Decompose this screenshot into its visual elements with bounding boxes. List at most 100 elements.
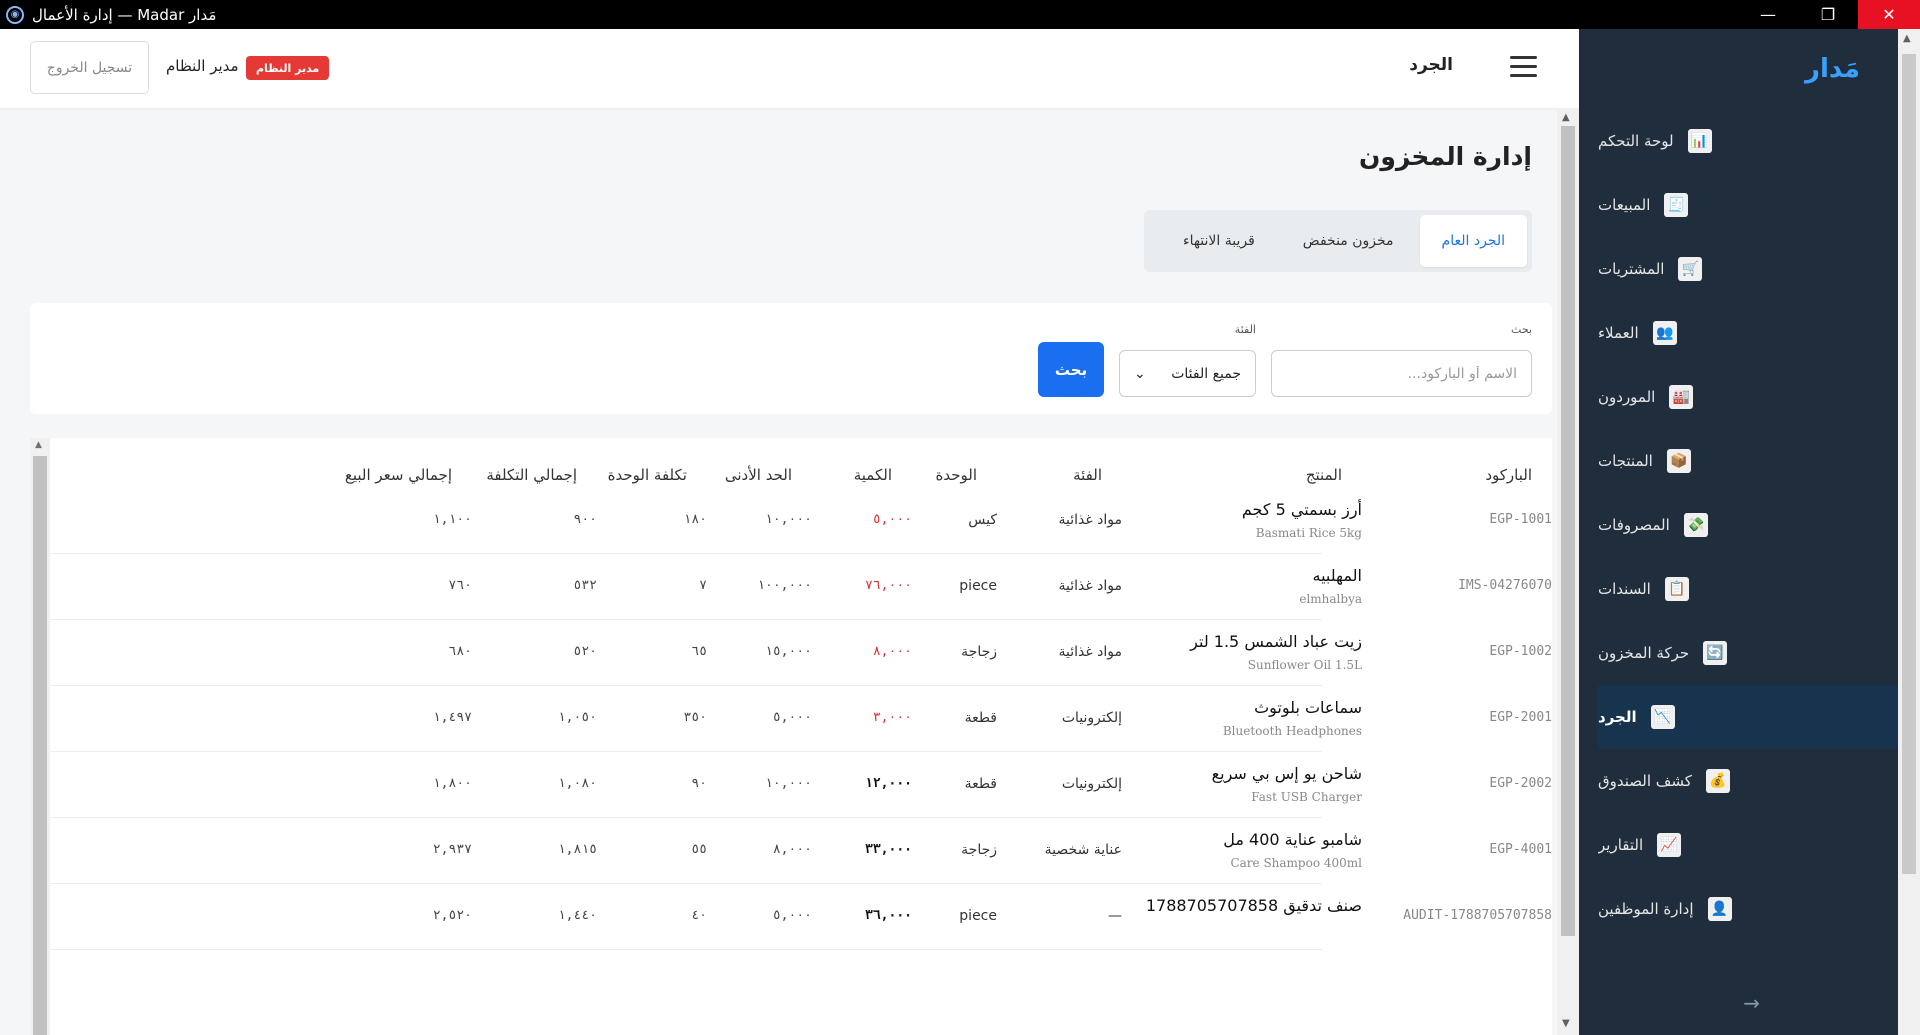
sidebar: مَدار 📊 لوحة التحكم 🧾 المبيعات 🛒 المشتريات 👥 ال…	[1579, 29, 1920, 1035]
sidebar-item[interactable]: 📋 السندات	[1598, 557, 1898, 621]
main-scrollbar[interactable]: ▲ ▼	[1557, 108, 1579, 1035]
product-name: المهلبيه	[1312, 566, 1362, 585]
sidebar-item[interactable]: 👤 إدارة الموظفين	[1598, 877, 1898, 941]
sidebar-item-label: لوحة التحكم	[1598, 132, 1674, 150]
sidebar-item[interactable]: 👥 العملاء	[1598, 301, 1898, 365]
product-name: صنف تدقيق 1788705707858	[1145, 896, 1362, 915]
min-quantity-cell: ٥,٠٠٠	[772, 908, 812, 923]
table-row[interactable]: EGP-2001 سماعات بلوتوث Bluetooth Headphone…	[50, 686, 1552, 752]
product-subtitle: Basmati Rice 5kg	[1255, 526, 1362, 540]
close-button[interactable]: ✕	[1858, 0, 1920, 29]
unit-cell: زجاجة	[961, 842, 997, 858]
restore-button[interactable]: ❐	[1798, 0, 1858, 29]
logout-button[interactable]: تسجيل الخروج	[30, 41, 149, 94]
nav-icon: 📊	[1687, 129, 1712, 153]
min-quantity-cell: ٨,٠٠٠	[772, 842, 812, 857]
barcode-cell: EGP-2002	[1489, 776, 1552, 791]
table-row[interactable]: AUDIT-1788705707858 صنف تدقيق 17887057078…	[50, 884, 1552, 950]
sidebar-item[interactable]: 💸 المصروفات	[1598, 493, 1898, 557]
product-subtitle: Bluetooth Headphones	[1222, 724, 1362, 738]
sidebar-item[interactable]: 🧾 المبيعات	[1598, 173, 1898, 237]
table-row[interactable]: EGP-1001 أرز بسمتي 5 كجم Basmati Rice 5kg م…	[50, 488, 1552, 554]
column-header[interactable]: الفئة	[1073, 466, 1102, 484]
barcode-cell: EGP-2001	[1489, 710, 1552, 725]
sidebar-item[interactable]: 💰 كشف الصندوق	[1598, 749, 1898, 813]
sidebar-scroll-thumb[interactable]	[1902, 54, 1916, 874]
sidebar-item[interactable]: 🔄 حركة المخزون	[1598, 621, 1898, 685]
total-cost-cell: ٩٠٠	[573, 512, 597, 527]
total-cost-cell: ١,٤٤٠	[557, 908, 597, 923]
sidebar-item-label: التقارير	[1598, 836, 1644, 854]
column-header[interactable]: المنتج	[1306, 466, 1342, 484]
scroll-up-arrow-icon[interactable]: ▲	[35, 440, 42, 450]
inventory-table: ▲ الباركود المنتج الفئة الوحدة الكمية الحد ال…	[30, 438, 1552, 1035]
column-header[interactable]: الحد الأدنى	[725, 466, 792, 484]
window-controls: — ❐ ✕	[1738, 0, 1920, 29]
content: إدارة المخزون الجرد العام مخزون منخفض قريب…	[0, 108, 1557, 1035]
sidebar-item-label: الموردون	[1598, 388, 1656, 406]
product-subtitle: Sunflower Oil 1.5L	[1247, 658, 1362, 672]
category-cell: إلكترونيات	[1061, 710, 1122, 726]
app-logo-icon: ◉	[6, 5, 24, 24]
column-header[interactable]: تكلفة الوحدة	[608, 466, 687, 484]
unit-cost-cell: ٥٥	[691, 842, 707, 857]
tab[interactable]: الجرد العام	[1419, 215, 1527, 267]
search-label: بحث	[1511, 323, 1532, 336]
barcode-cell: AUDIT-1788705707858	[1403, 908, 1552, 923]
table-row[interactable]: IMS-04276070 المهلبيه elmhalbya مواد غذائية…	[50, 554, 1552, 620]
unit-cell: قطعة	[964, 776, 997, 792]
min-quantity-cell: ٥,٠٠٠	[772, 710, 812, 725]
column-header[interactable]: الوحدة	[936, 466, 978, 484]
chevron-down-icon: ⌄	[1134, 365, 1146, 382]
table-row[interactable]: EGP-2002 شاحن يو إس بي سريع Fast USB Charg…	[50, 752, 1552, 818]
sidebar-item[interactable]: 📊 لوحة التحكم	[1598, 109, 1898, 173]
scroll-down-arrow-icon[interactable]: ▼	[1562, 1018, 1570, 1029]
sidebar-item[interactable]: 📦 المنتجات	[1598, 429, 1898, 493]
quantity-cell: ٣,٠٠٠	[872, 710, 912, 725]
product-subtitle: Care Shampoo 400ml	[1230, 856, 1362, 870]
table-scrollbar[interactable]: ▲	[30, 438, 50, 1035]
brand-logo[interactable]: مَدار	[1579, 29, 1920, 109]
total-cost-cell: ١,٨١٥	[557, 842, 597, 857]
column-header[interactable]: الكمية	[854, 466, 892, 484]
menu-toggle-icon[interactable]	[1510, 56, 1537, 77]
column-header[interactable]: إجمالي سعر البيع	[345, 466, 452, 484]
category-cell: مواد غذائية	[1058, 644, 1123, 660]
category-cell: مواد غذائية	[1058, 578, 1123, 594]
quantity-cell: ٣٦,٠٠٠	[865, 908, 912, 923]
column-header[interactable]: إجمالي التكلفة	[486, 466, 577, 484]
table-row[interactable]: EGP-4001 شامبو عناية 400 مل Care Shampoo 4…	[50, 818, 1552, 884]
product-subtitle: Fast USB Charger	[1251, 790, 1362, 804]
tab[interactable]: مخزون منخفض	[1281, 215, 1416, 267]
scroll-up-arrow-icon[interactable]: ▲	[1562, 112, 1570, 123]
table-scroll-thumb[interactable]	[33, 456, 47, 1035]
column-header[interactable]: الباركود	[1485, 466, 1532, 484]
search-input[interactable]	[1271, 350, 1532, 397]
unit-cost-cell: ١٨٠	[683, 512, 707, 527]
scroll-up-arrow-icon[interactable]: ▲	[1903, 33, 1911, 44]
sidebar-item-label: المنتجات	[1598, 452, 1653, 470]
sidebar-item-label: كشف الصندوق	[1598, 772, 1692, 790]
tab[interactable]: قريبة الانتهاء	[1161, 215, 1277, 267]
sidebar-item-label: المشتريات	[1598, 260, 1665, 278]
sidebar-item[interactable]: 📉 الجرد	[1598, 685, 1898, 749]
sidebar-item[interactable]: 🏭 الموردون	[1598, 365, 1898, 429]
search-button[interactable]: بحث	[1038, 342, 1104, 397]
nav-icon: 📋	[1664, 577, 1689, 601]
nav-icon: 📉	[1650, 705, 1675, 729]
quantity-cell: ١٢,٠٠٠	[865, 776, 912, 791]
unit-cell: piece	[959, 578, 997, 594]
sidebar-item-label: المبيعات	[1598, 196, 1651, 214]
window-title: إدارة الأعمال — Madar مَدار	[32, 5, 217, 24]
main-scroll-thumb[interactable]	[1561, 126, 1575, 936]
quantity-cell: ٣٣,٠٠٠	[865, 842, 912, 857]
collapse-sidebar-icon[interactable]: →	[1743, 991, 1760, 1015]
sidebar-scrollbar[interactable]: ▲	[1898, 29, 1920, 1035]
sidebar-item[interactable]: 📈 التقارير	[1598, 813, 1898, 877]
category-select[interactable]: ⌄ جميع الفئات	[1119, 350, 1256, 397]
total-sale-cell: ١,١٠٠	[432, 512, 472, 527]
sidebar-item[interactable]: 🛒 المشتريات	[1598, 237, 1898, 301]
table-row[interactable]: EGP-1002 زيت عباد الشمس 1.5 لتر Sunflower …	[50, 620, 1552, 686]
quantity-cell: ٨,٠٠٠	[872, 644, 912, 659]
minimize-button[interactable]: —	[1738, 0, 1798, 29]
